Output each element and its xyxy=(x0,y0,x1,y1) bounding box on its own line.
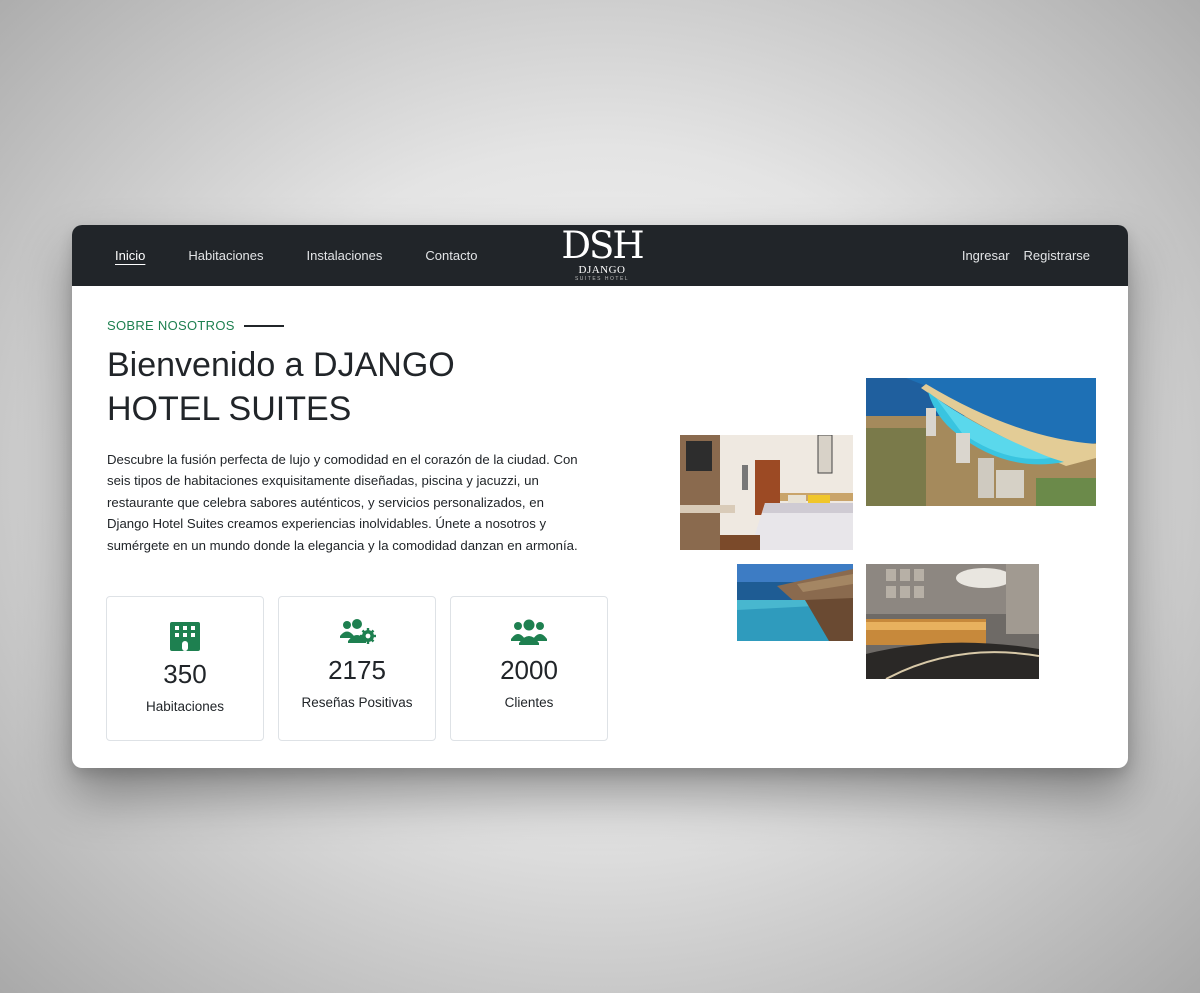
login-link[interactable]: Ingresar xyxy=(962,248,1010,263)
stat-card-reviews: 2175 Reseñas Positivas xyxy=(278,596,436,741)
users-icon xyxy=(451,619,607,651)
navbar: Inicio Habitaciones Instalaciones Contac… xyxy=(72,225,1128,286)
stat-value: 2175 xyxy=(328,655,386,685)
nav-link-instalaciones[interactable]: Instalaciones xyxy=(307,248,383,263)
stat-value: 2000 xyxy=(500,655,558,685)
section-eyebrow: SOBRE NOSOTROS xyxy=(107,318,284,333)
nav-link-habitaciones[interactable]: Habitaciones xyxy=(188,248,263,263)
users-cog-icon xyxy=(279,619,435,651)
page-title: Bienvenido a DJANGO HOTEL SUITES xyxy=(107,346,455,428)
auth-links: Ingresar Registrarse xyxy=(948,225,1090,286)
hotel-icon xyxy=(107,621,263,653)
logo-monogram: DSH xyxy=(561,225,644,267)
stat-card-rooms: 350 Habitaciones xyxy=(106,596,264,741)
brand-logo[interactable]: DSH DJANGO SUITES HOTEL xyxy=(558,227,646,285)
stat-label: Habitaciones xyxy=(145,699,225,714)
eyebrow-divider xyxy=(243,324,284,327)
stat-label: Reseñas Positivas xyxy=(301,695,413,710)
gallery-photo-lagoon-aerial xyxy=(866,378,1096,506)
stats-row: 350 Habitaciones 2175 Reseñas Positivas … xyxy=(106,596,622,741)
browser-window: Inicio Habitaciones Instalaciones Contac… xyxy=(72,225,1128,768)
gallery-photo-lobby xyxy=(866,564,1039,679)
gallery-photo-room xyxy=(680,435,853,550)
about-description: Descubre la fusión perfecta de lujo y co… xyxy=(107,452,578,553)
nav-link-contacto[interactable]: Contacto xyxy=(425,248,477,263)
gallery-photo-infinity-pool xyxy=(737,564,853,641)
register-link[interactable]: Registrarse xyxy=(1024,248,1090,263)
stat-card-clients: 2000 Clientes xyxy=(450,596,608,741)
stat-value: 350 xyxy=(163,659,207,689)
eyebrow-label: SOBRE NOSOTROS xyxy=(107,318,235,333)
stat-label: Clientes xyxy=(504,695,554,710)
logo-tagline: SUITES HOTEL xyxy=(574,276,630,282)
nav-link-inicio[interactable]: Inicio xyxy=(115,248,145,263)
nav-links: Inicio Habitaciones Instalaciones Contac… xyxy=(115,225,520,286)
